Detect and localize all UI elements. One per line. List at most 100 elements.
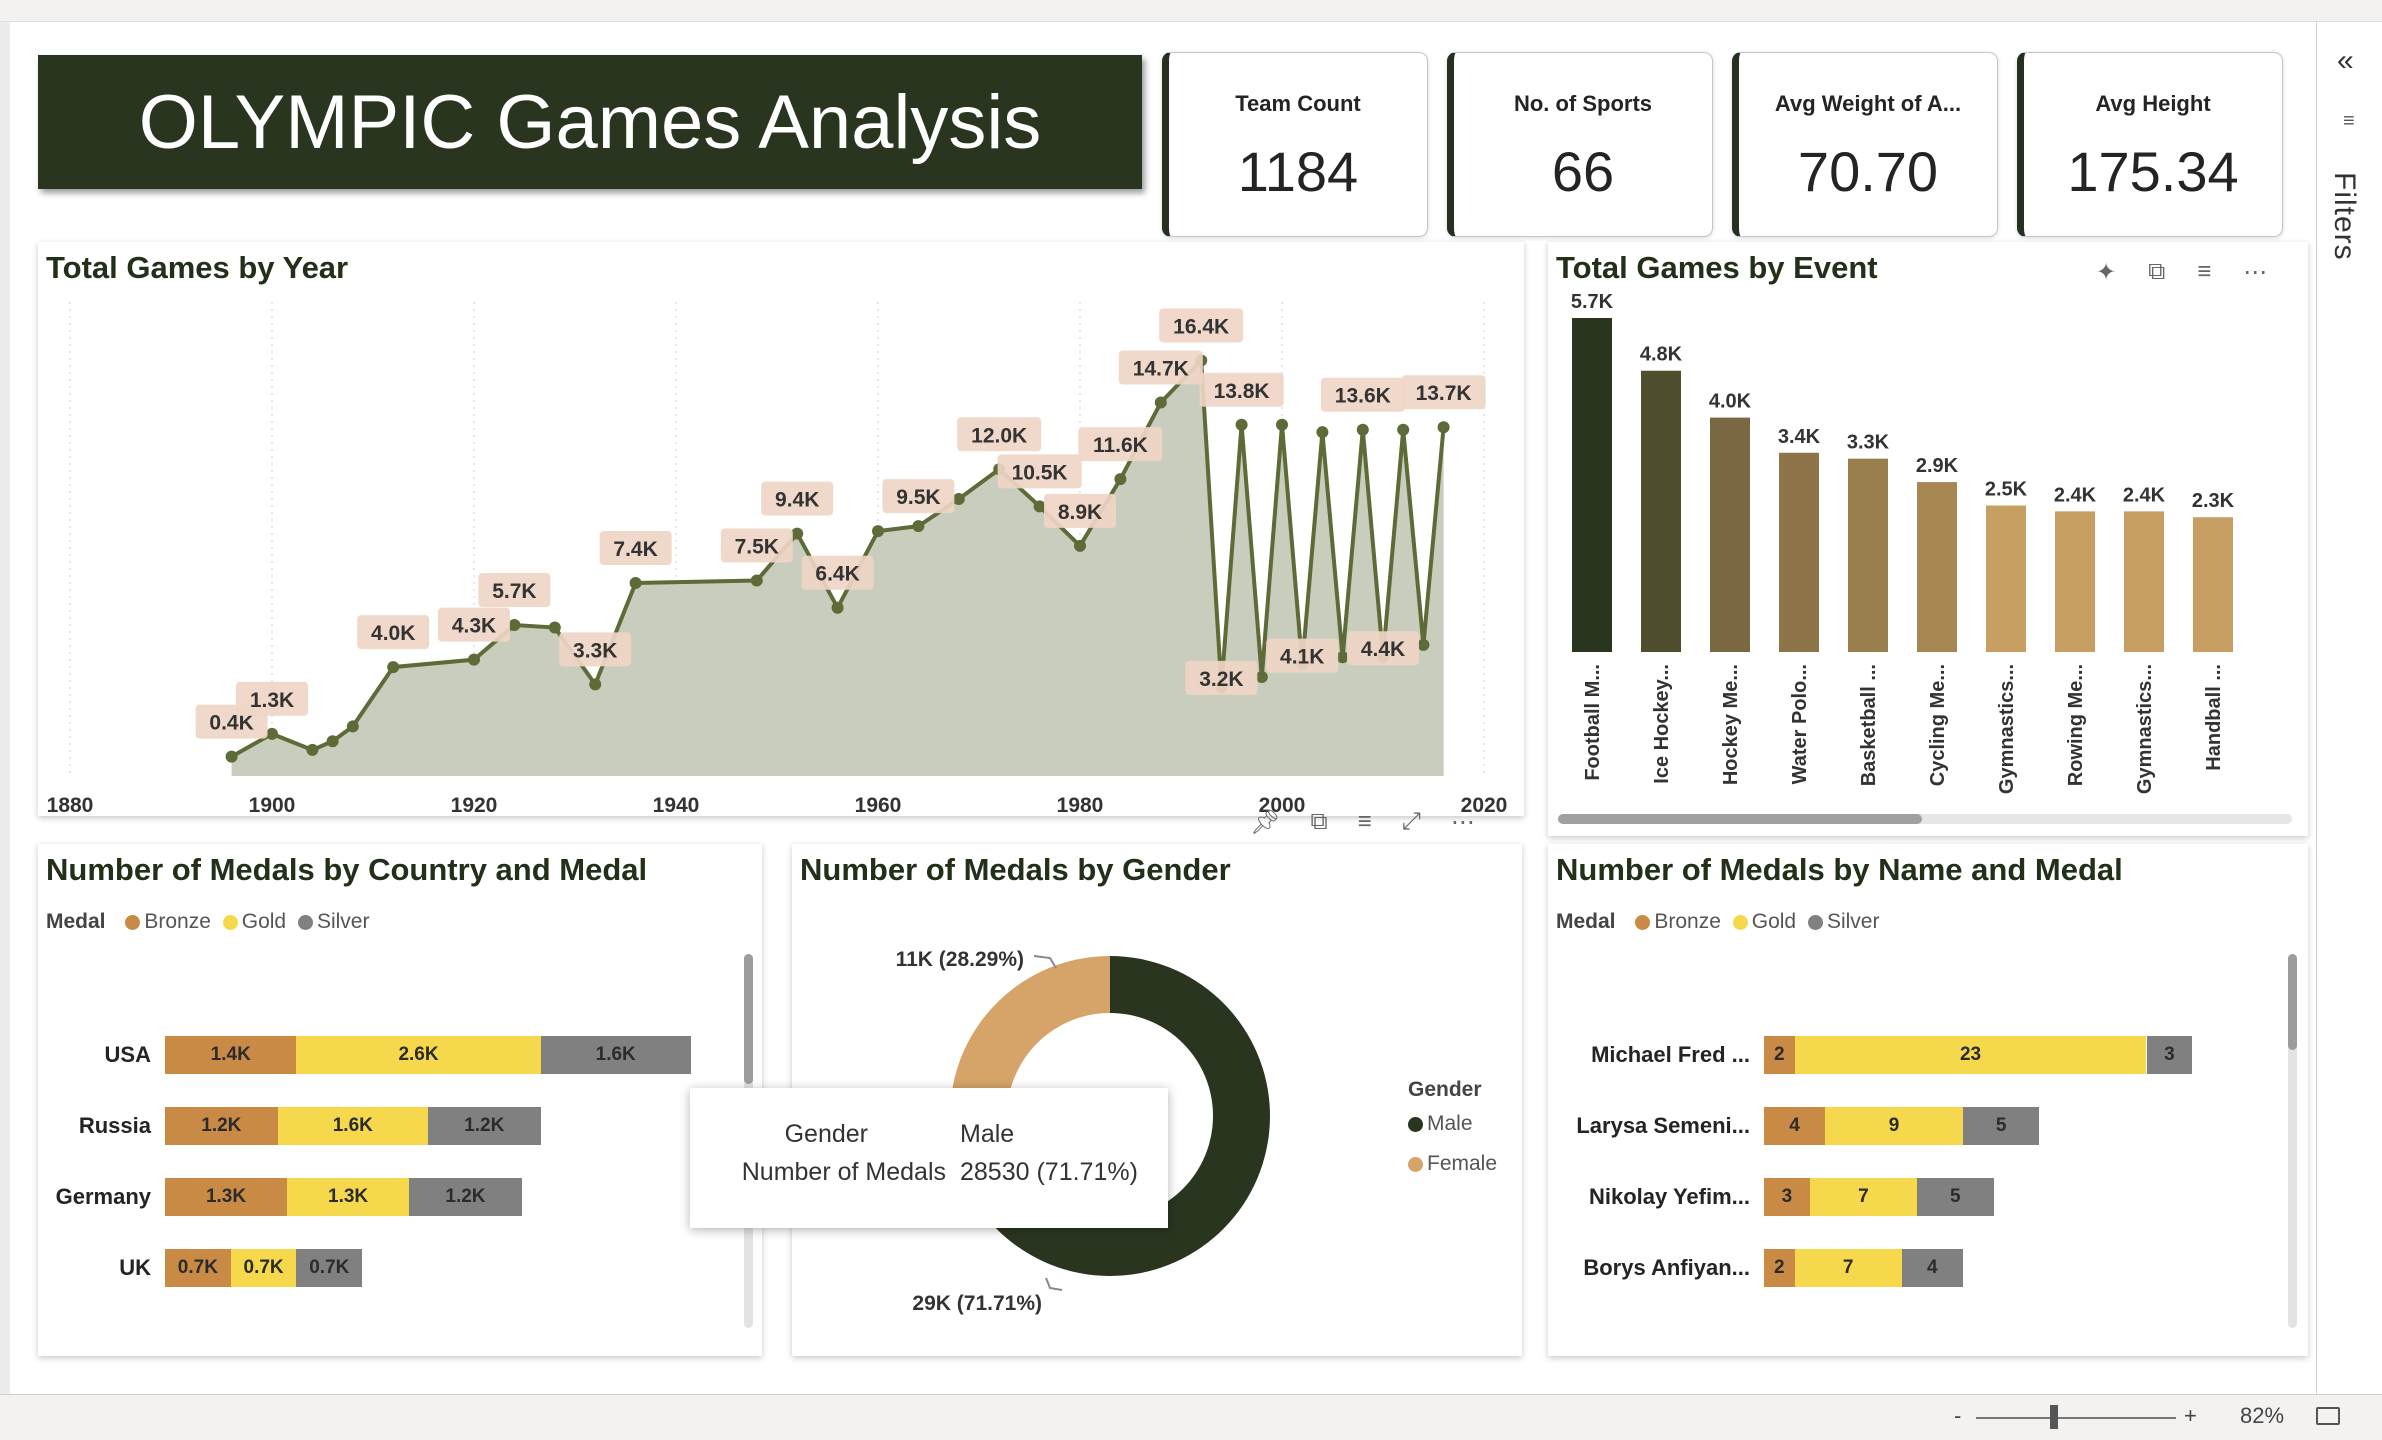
- legend-bronze[interactable]: Bronze: [1654, 910, 1721, 933]
- data-point: [1074, 539, 1086, 552]
- zoom-out-button[interactable]: -: [1954, 1403, 1961, 1429]
- data-point: [306, 743, 319, 756]
- filter-icon[interactable]: ≡: [1358, 808, 1372, 837]
- bar-segment-gold[interactable]: 23: [1794, 1036, 2147, 1074]
- legend-female[interactable]: Female: [1427, 1152, 1497, 1175]
- event-bar-chart[interactable]: 5.7K Football M... 4.8K Ice Hockey... 4.0K Ho…: [1548, 242, 2308, 836]
- bar-segment-bronze[interactable]: 1.4K: [165, 1036, 297, 1074]
- data-label: 13.7K: [1416, 382, 1472, 405]
- tooltip-value-gender: Male: [960, 1120, 1015, 1148]
- zoom-in-button[interactable]: +: [2184, 1403, 2197, 1429]
- data-label: 9.4K: [775, 489, 819, 512]
- legend-gold[interactable]: Gold: [242, 910, 286, 933]
- x-tick-label: 1940: [653, 794, 700, 816]
- leader-line: [1033, 955, 1057, 969]
- bar-segment-silver[interactable]: 5: [1962, 1107, 2040, 1145]
- silver-dot-icon: [1807, 914, 1823, 930]
- category-label: Cycling Me...: [1927, 664, 1949, 786]
- legend-silver[interactable]: Silver: [317, 910, 370, 933]
- bar-segment-bronze[interactable]: 1.3K: [165, 1178, 288, 1216]
- country-medal-panel[interactable]: Number of Medals by Country and Medal Me…: [38, 844, 762, 1356]
- bar-segment-bronze[interactable]: 0.7K: [165, 1249, 231, 1287]
- bar-segment-gold[interactable]: 1.3K: [287, 1178, 410, 1216]
- data-point: [589, 678, 602, 691]
- bar-segment-silver[interactable]: 0.7K: [296, 1249, 363, 1287]
- data-point: [1316, 426, 1329, 439]
- zoom-slider[interactable]: [1976, 1417, 2176, 1419]
- data-point: [1336, 651, 1349, 664]
- zoom-slider-thumb[interactable]: [2050, 1405, 2058, 1429]
- bar-segment-gold[interactable]: 9: [1825, 1107, 1963, 1145]
- year-chart-panel[interactable]: Total Games by Year 1880 1900 1920 1940 1960…: [38, 242, 1524, 816]
- focus-mode-icon[interactable]: ⤢: [1402, 808, 1421, 837]
- more-options-icon[interactable]: ⋯: [1451, 808, 1475, 837]
- name-chart-title: Number of Medals by Name and Medal: [1556, 852, 2123, 887]
- data-point: [1437, 421, 1450, 434]
- kpi-card-team-count[interactable]: Team Count 1184: [1162, 52, 1428, 237]
- data-label: 3.3K: [573, 639, 617, 662]
- bar-segment-gold[interactable]: 7: [1809, 1178, 1917, 1216]
- bar-segment-gold[interactable]: 0.7K: [230, 1249, 297, 1287]
- fit-to-page-icon[interactable]: [2316, 1407, 2340, 1425]
- data-label: 2.4K: [2054, 484, 2097, 506]
- filters-pane[interactable]: « ≡ Filters: [2316, 22, 2382, 1394]
- bronze-dot-icon: [1635, 914, 1651, 930]
- name-medal-panel[interactable]: Number of Medals by Name and Medal Medal…: [1548, 844, 2308, 1356]
- bar-segment-gold[interactable]: 2.6K: [296, 1036, 541, 1074]
- bar-segment-gold[interactable]: 1.6K: [277, 1107, 428, 1145]
- kpi-card-avg-weight[interactable]: Avg Weight of A... 70.70: [1732, 52, 1998, 237]
- bar-segment-bronze[interactable]: 2: [1764, 1249, 1795, 1287]
- bar-segment-silver[interactable]: 1.2K: [427, 1107, 541, 1145]
- bar-segment-silver[interactable]: 1.2K: [409, 1178, 522, 1216]
- category-label: Basketball ...: [1858, 664, 1880, 786]
- legend-bronze[interactable]: Bronze: [144, 910, 211, 933]
- bar-segment-bronze[interactable]: 3: [1764, 1178, 1810, 1216]
- scrollbar-thumb[interactable]: [2288, 954, 2297, 1050]
- top-bar: [0, 0, 2382, 22]
- kpi-label: Avg Height: [2095, 91, 2211, 116]
- gender-legend: Gender Male Female: [1408, 1078, 1497, 1176]
- legend-silver[interactable]: Silver: [1827, 910, 1880, 933]
- bar: [2124, 511, 2164, 652]
- bar-segment-silver[interactable]: 4: [1901, 1249, 1963, 1287]
- bar-segment-bronze[interactable]: 4: [1764, 1107, 1826, 1145]
- visual-header-icons[interactable]: 📌︎ ⧉ ≡ ⤢ ⋯: [1250, 808, 1475, 837]
- category-label: Handball ...: [2203, 664, 2225, 771]
- bar-segment-silver[interactable]: 1.6K: [540, 1036, 691, 1074]
- category-label: Nikolay Yefim...: [1588, 1184, 1750, 1209]
- data-point: [1235, 418, 1248, 431]
- scrollbar-thumb[interactable]: [1558, 814, 1922, 824]
- category-label: Rowing Me...: [2065, 664, 2087, 786]
- bar-segment-silver[interactable]: 3: [2146, 1036, 2193, 1074]
- legend-gold[interactable]: Gold: [1752, 910, 1796, 933]
- bar: [1710, 417, 1750, 652]
- copy-icon[interactable]: ⧉: [1310, 808, 1327, 837]
- silver-dot-icon: [297, 914, 313, 930]
- kpi-card-avg-height[interactable]: Avg Height 175.34: [2017, 52, 2283, 237]
- vertical-scrollbar[interactable]: [2288, 954, 2297, 1328]
- legend-male[interactable]: Male: [1427, 1112, 1473, 1135]
- pin-icon[interactable]: 📌︎: [1250, 808, 1280, 837]
- filters-label[interactable]: Filters: [2327, 172, 2361, 261]
- category-label: Germany: [55, 1184, 151, 1209]
- event-chart-panel[interactable]: Total Games by Event ✦ ⧉ ≡ ⋯ 5.7K Footbal…: [1548, 242, 2308, 836]
- bar-segment-gold[interactable]: 7: [1794, 1249, 1902, 1287]
- category-label: Michael Fred ...: [1591, 1042, 1750, 1067]
- bar: [1641, 370, 1681, 652]
- scrollbar-thumb[interactable]: [744, 954, 753, 1084]
- horizontal-scrollbar[interactable]: [1558, 814, 2292, 824]
- kpi-card-sports[interactable]: No. of Sports 66: [1447, 52, 1713, 237]
- collapse-icon[interactable]: «: [2337, 44, 2354, 78]
- data-label: 6.4K: [815, 563, 859, 586]
- legend-title: Medal: [46, 910, 106, 933]
- kpi-label: Avg Weight of A...: [1774, 91, 1962, 116]
- bar-segment-silver[interactable]: 5: [1917, 1178, 1994, 1216]
- year-line-chart[interactable]: 1880 1900 1920 1940 1960 1980 2000 20200.4K1.3K…: [38, 242, 1524, 816]
- title-banner: OLYMPIC Games Analysis: [38, 55, 1142, 189]
- data-label: 2.3K: [2192, 490, 2235, 512]
- name-legend: Medal Bronze Gold Silver: [1556, 910, 1879, 934]
- bar-segment-bronze[interactable]: 1.2K: [165, 1107, 278, 1145]
- status-bar: - + 82%: [0, 1394, 2382, 1440]
- data-point: [468, 653, 480, 666]
- bar-segment-bronze[interactable]: 2: [1764, 1036, 1795, 1074]
